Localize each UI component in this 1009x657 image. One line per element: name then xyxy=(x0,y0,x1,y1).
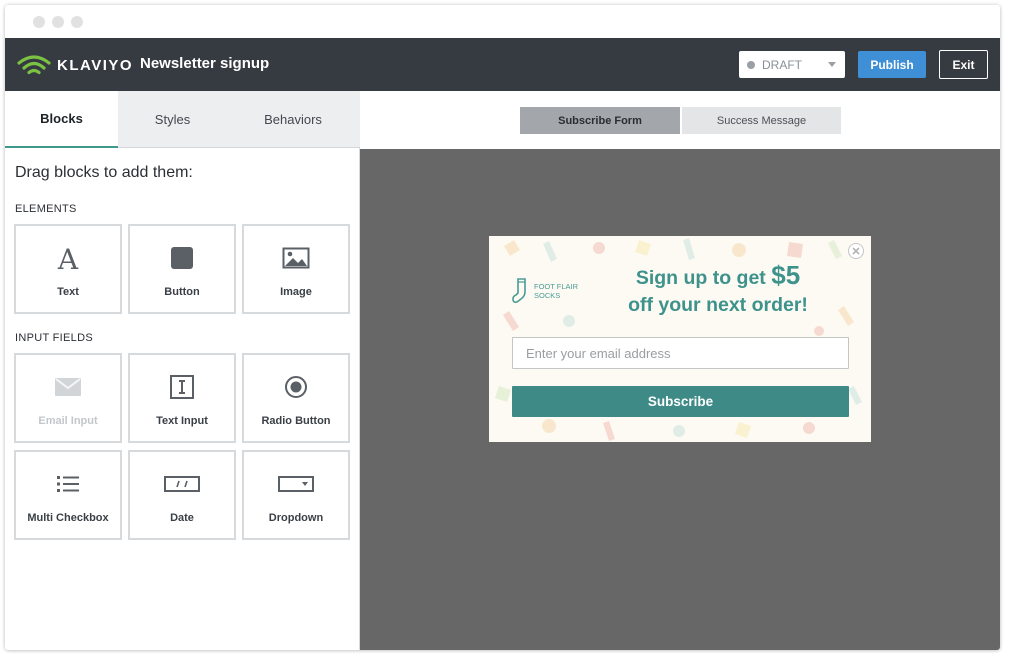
window-titlebar xyxy=(5,5,1000,38)
tab-styles[interactable]: Styles xyxy=(118,91,227,148)
svg-text:A: A xyxy=(57,243,79,273)
date-icon xyxy=(130,469,234,499)
text-icon: A xyxy=(16,243,120,273)
sock-icon xyxy=(512,278,526,303)
dropdown-icon xyxy=(244,469,348,499)
tab-behaviors[interactable]: Behaviors xyxy=(227,91,359,148)
preview-canvas: FOOT FLAIR SOCKS Sign up to get $5 off y… xyxy=(360,149,1000,650)
popup-headline: Sign up to get $5 off your next order! xyxy=(607,262,829,319)
block-label: Dropdown xyxy=(268,512,324,524)
signup-popup-preview[interactable]: FOOT FLAIR SOCKS Sign up to get $5 off y… xyxy=(489,236,871,442)
tab-subscribe-form[interactable]: Subscribe Form xyxy=(520,107,680,134)
drag-instructions: Drag blocks to add them: xyxy=(15,164,193,181)
window-close-dot[interactable] xyxy=(33,16,45,28)
brand-line-2: SOCKS xyxy=(534,291,561,300)
button-icon xyxy=(130,243,234,273)
block-text[interactable]: A Text xyxy=(14,224,122,314)
text-cursor-icon xyxy=(130,372,234,402)
block-image[interactable]: Image xyxy=(242,224,350,314)
status-dot-icon xyxy=(747,60,755,69)
elements-heading: ELEMENTS xyxy=(15,203,77,215)
list-icon xyxy=(16,469,120,499)
subscribe-button[interactable]: Subscribe xyxy=(512,386,849,417)
brand-line-1: FOOT FLAIR xyxy=(534,282,579,291)
block-radio-button[interactable]: Radio Button xyxy=(242,353,350,443)
blocks-sidebar: Blocks Styles Behaviors Drag blocks to a… xyxy=(5,91,360,650)
close-icon xyxy=(852,247,860,255)
block-label: Text Input xyxy=(156,415,208,427)
block-label: Multi Checkbox xyxy=(27,512,109,524)
status-value: DRAFT xyxy=(762,57,802,72)
block-label: Email Input xyxy=(38,415,98,427)
block-text-input[interactable]: Text Input xyxy=(128,353,236,443)
publish-button[interactable]: Publish xyxy=(858,51,926,78)
envelope-icon xyxy=(16,372,120,402)
block-label: Image xyxy=(280,286,312,298)
input-fields-heading: INPUT FIELDS xyxy=(15,332,93,344)
status-dropdown[interactable]: DRAFT xyxy=(739,51,845,78)
form-title: Newsletter signup xyxy=(140,55,270,72)
block-label: Date xyxy=(170,512,194,524)
email-field[interactable] xyxy=(512,337,849,369)
brand-wordmark: KLAVIYO xyxy=(57,56,134,74)
block-label: Radio Button xyxy=(261,415,331,427)
canvas-toolbar: Subscribe Form Success Message xyxy=(360,91,1000,149)
headline-amount: $5 xyxy=(771,260,801,290)
tab-success-message[interactable]: Success Message xyxy=(682,107,841,134)
wifi-flag-icon xyxy=(17,55,51,75)
radio-icon xyxy=(244,372,348,402)
window-zoom-dot[interactable] xyxy=(71,16,83,28)
image-icon xyxy=(244,243,348,273)
headline-subtext: off your next order! xyxy=(628,294,808,316)
window-minimize-dot[interactable] xyxy=(52,16,64,28)
block-dropdown[interactable]: Dropdown xyxy=(242,450,350,540)
sidebar-tabs: Blocks Styles Behaviors xyxy=(5,91,360,148)
block-label: Text xyxy=(57,286,79,298)
block-button[interactable]: Button xyxy=(128,224,236,314)
popup-close-button[interactable] xyxy=(848,243,864,259)
app-window: KLAVIYO Newsletter signup DRAFT Publish … xyxy=(5,5,1000,650)
foot-flair-logo: FOOT FLAIR SOCKS xyxy=(511,278,578,304)
tab-blocks[interactable]: Blocks xyxy=(5,91,118,148)
exit-button[interactable]: Exit xyxy=(939,50,988,79)
block-label: Button xyxy=(164,286,200,298)
block-multi-checkbox[interactable]: Multi Checkbox xyxy=(14,450,122,540)
block-date[interactable]: Date xyxy=(128,450,236,540)
headline-text: Sign up to get xyxy=(635,267,772,289)
app-header: KLAVIYO Newsletter signup DRAFT Publish … xyxy=(5,38,1000,91)
chevron-down-icon xyxy=(828,62,836,67)
block-email-input: Email Input xyxy=(14,353,122,443)
klaviyo-logo[interactable]: KLAVIYO xyxy=(17,52,133,78)
